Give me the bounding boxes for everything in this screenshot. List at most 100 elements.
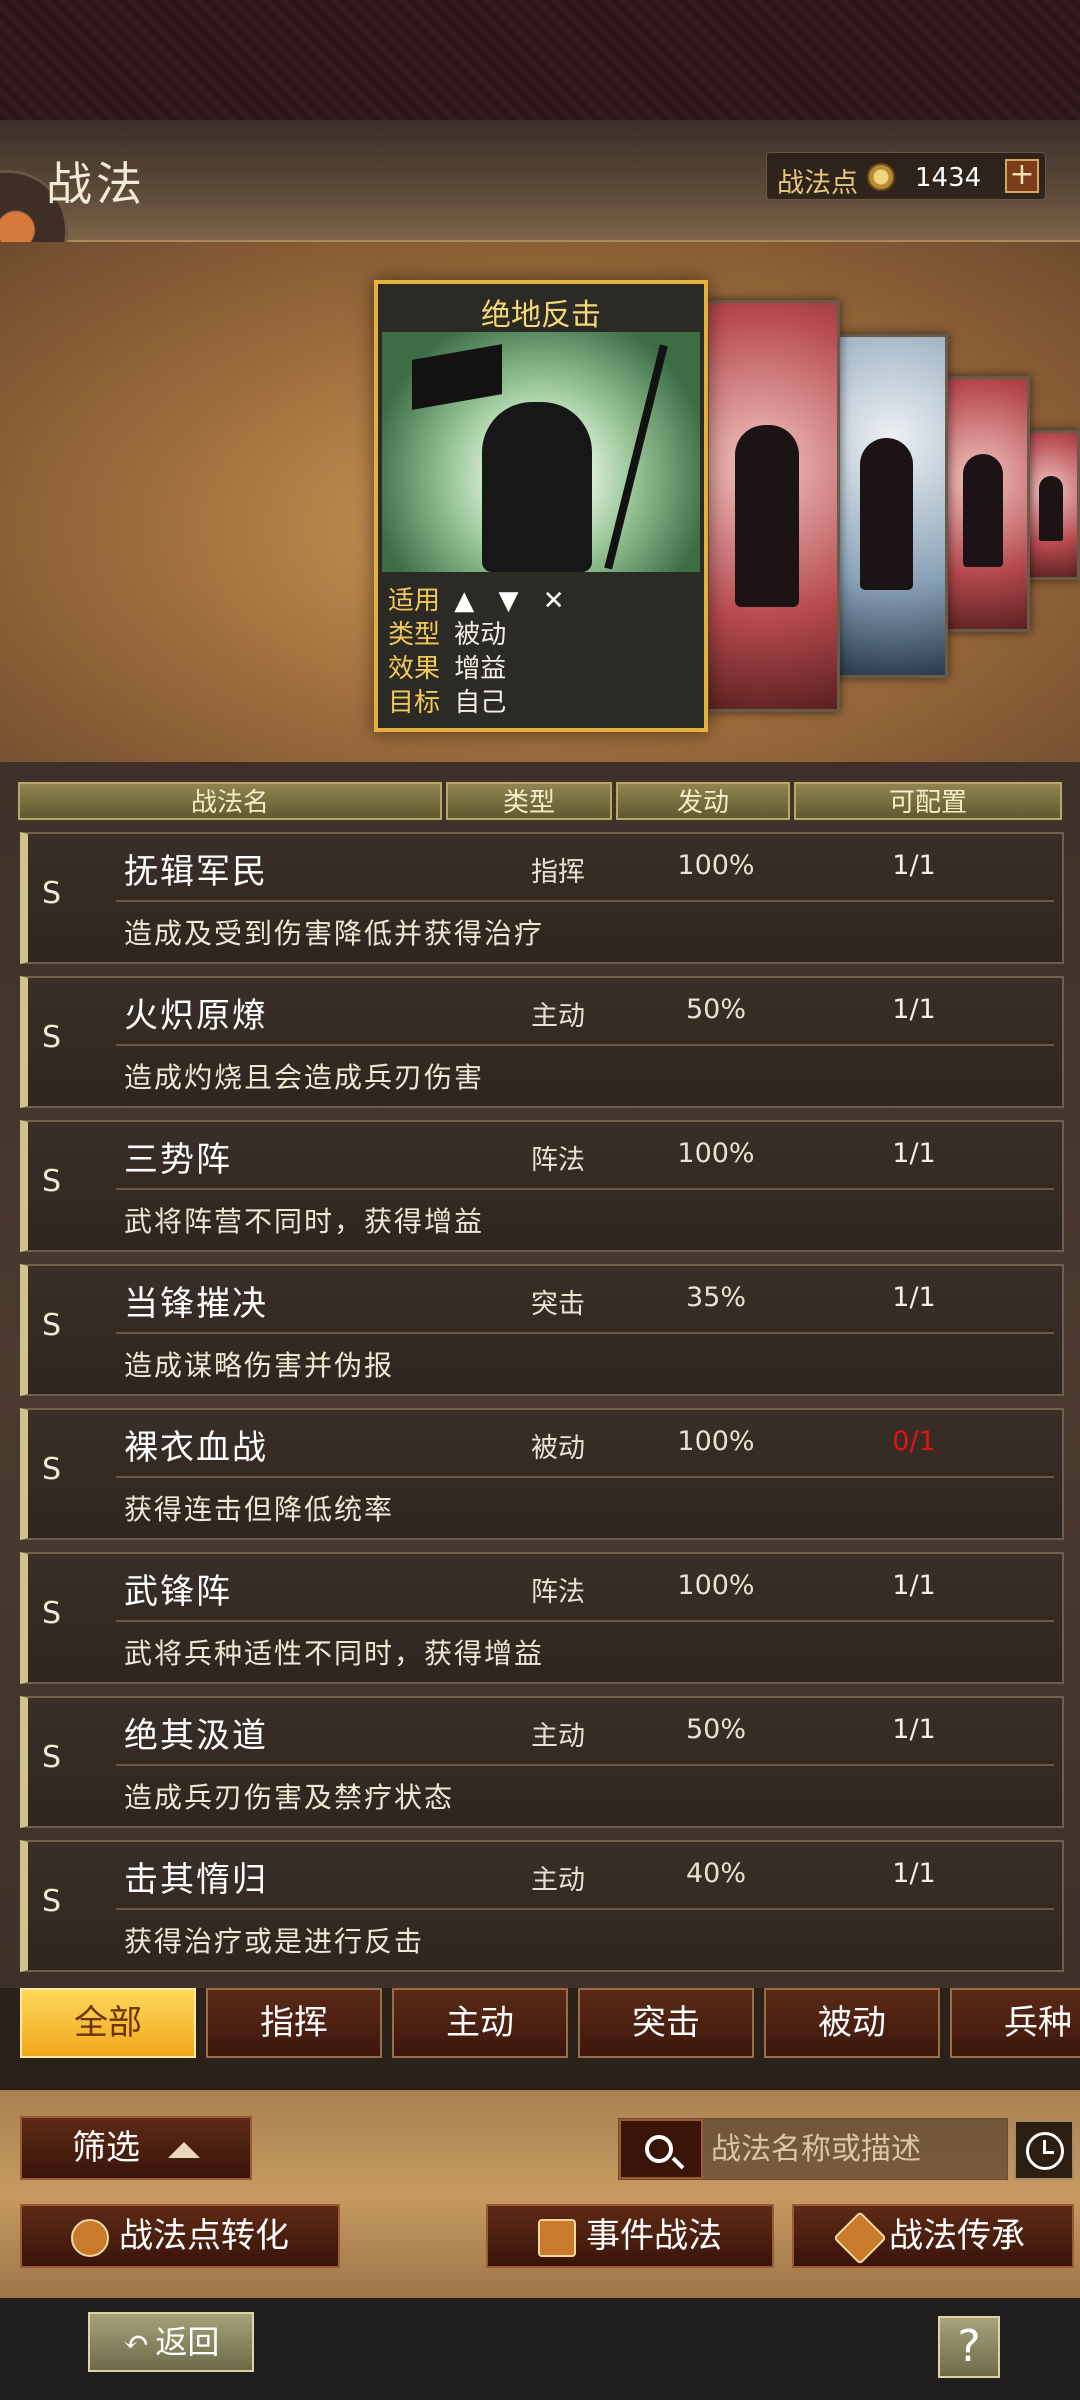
back-label: 返回 xyxy=(155,2323,220,2361)
tactic-points-value: 1434 xyxy=(915,163,982,193)
inherit-label: 战法传承 xyxy=(889,2216,1025,2256)
filter-button[interactable]: 筛选 xyxy=(20,2116,252,2180)
grade-badge: S xyxy=(42,876,62,911)
tab-all[interactable]: 全部 xyxy=(20,1988,196,2058)
tactic-name: 绝其汲道 xyxy=(124,1716,268,1756)
tactic-row[interactable]: S 绝其汲道 主动 50% 1/1 造成兵刃伤害及禁疗状态 xyxy=(20,1696,1064,1828)
row-divider xyxy=(116,1332,1054,1334)
tactic-type: 主动 xyxy=(531,1721,585,1752)
effect-value: 增益 xyxy=(454,654,507,684)
grade-badge: S xyxy=(42,1596,62,1631)
effect-label: 效果 xyxy=(388,654,441,684)
tactic-config: 1/1 xyxy=(892,994,936,1025)
tactic-rate: 100% xyxy=(677,850,755,881)
col-name[interactable]: 战法名 xyxy=(18,782,442,820)
card-preview-1[interactable] xyxy=(706,300,840,712)
tactic-type: 阵法 xyxy=(531,1577,585,1608)
top-banner xyxy=(0,0,1080,120)
tactic-inherit-button[interactable]: 战法传承 xyxy=(792,2204,1074,2268)
tactic-name: 击其惰归 xyxy=(124,1860,268,1900)
tactic-desc: 造成灼烧且会造成兵刃伤害 xyxy=(124,1061,485,1094)
row-divider xyxy=(116,1188,1054,1190)
tactic-type: 突击 xyxy=(531,1289,585,1320)
tactic-row[interactable]: S 击其惰归 主动 40% 1/1 获得治疗或是进行反击 xyxy=(20,1840,1064,1972)
grade-badge: S xyxy=(42,1164,62,1199)
tactic-points: 战法点 1434 + xyxy=(766,152,1046,200)
column-headers: 战法名 类型 发动 可配置 xyxy=(18,782,1062,820)
back-arrow-icon: ↶ xyxy=(122,2323,150,2361)
tactic-desc: 造成兵刃伤害及禁疗状态 xyxy=(124,1781,455,1814)
fire-icon xyxy=(71,2219,109,2257)
card-preview-2[interactable] xyxy=(836,334,948,678)
back-button[interactable]: ↶ 返回 xyxy=(88,2312,254,2372)
col-type[interactable]: 类型 xyxy=(446,782,612,820)
target-label: 目标 xyxy=(388,688,441,718)
selected-tactic-card[interactable]: 绝地反击 适用 ▲ ▼ ✕ 类型 被动 效果 增益 目标 自己 xyxy=(374,280,708,732)
tactic-row[interactable]: S 三势阵 阵法 100% 1/1 武将阵营不同时，获得增益 xyxy=(20,1120,1064,1252)
convert-label: 战法点转化 xyxy=(119,2216,289,2256)
add-points-button[interactable]: + xyxy=(1005,159,1039,193)
flag-shape xyxy=(412,344,502,410)
tactic-desc: 造成及受到伤害降低并获得治疗 xyxy=(124,917,545,950)
search-input[interactable] xyxy=(711,2127,1001,2171)
row-divider xyxy=(116,1476,1054,1478)
tactic-row[interactable]: S 武锋阵 阵法 100% 1/1 武将兵种适性不同时，获得增益 xyxy=(20,1552,1064,1684)
tactic-rate: 100% xyxy=(677,1570,755,1601)
caret-up-icon xyxy=(168,2142,200,2158)
grade-badge: S xyxy=(42,1308,62,1343)
tactic-config: 1/1 xyxy=(892,1714,936,1745)
tactic-row[interactable]: S 当锋摧决 突击 35% 1/1 造成谋略伤害并伪报 xyxy=(20,1264,1064,1396)
tactic-desc: 造成谋略伤害并伪报 xyxy=(124,1349,395,1382)
event-label: 事件战法 xyxy=(586,2216,722,2256)
tactic-config: 1/1 xyxy=(892,1138,936,1169)
tactic-type: 主动 xyxy=(531,1865,585,1896)
card-name: 绝地反击 xyxy=(481,298,601,333)
spear-shape xyxy=(604,344,668,570)
tactic-row[interactable]: S 裸衣血战 被动 100% 0/1 获得连击但降低统率 xyxy=(20,1408,1064,1540)
tactic-desc: 武将阵营不同时，获得增益 xyxy=(124,1205,485,1238)
tactic-points-label: 战法点 xyxy=(777,168,858,199)
tactic-row[interactable]: S 抚辑军民 指挥 100% 1/1 造成及受到伤害降低并获得治疗 xyxy=(20,832,1064,964)
tab-troop[interactable]: 兵种 xyxy=(950,1988,1080,2058)
help-button[interactable]: ? xyxy=(938,2316,1000,2378)
tactic-desc: 获得治疗或是进行反击 xyxy=(124,1925,425,1958)
col-config[interactable]: 可配置 xyxy=(794,782,1062,820)
card-preview-4[interactable] xyxy=(1026,430,1080,580)
tab-command[interactable]: 指挥 xyxy=(206,1988,382,2058)
card-info: 适用 ▲ ▼ ✕ 类型 被动 效果 增益 目标 自己 xyxy=(388,584,573,720)
target-value: 自己 xyxy=(454,688,507,718)
history-clock-icon[interactable] xyxy=(1014,2120,1074,2180)
row-divider xyxy=(116,900,1054,902)
unit-type-icons: ▲ ▼ ✕ xyxy=(454,586,573,616)
event-tactics-button[interactable]: 事件战法 xyxy=(486,2204,774,2268)
page-title: 战法 xyxy=(46,157,146,211)
warrior-silhouette xyxy=(482,402,592,572)
card-preview-3[interactable] xyxy=(944,376,1030,632)
tab-passive[interactable]: 被动 xyxy=(764,1988,940,2058)
tactic-config: 0/1 xyxy=(892,1426,936,1457)
scroll-icon xyxy=(538,2219,576,2257)
tactic-config: 1/1 xyxy=(892,850,936,881)
convert-points-button[interactable]: 战法点转化 xyxy=(20,2204,340,2268)
apply-label: 适用 xyxy=(388,586,441,616)
tactic-list: S 抚辑军民 指挥 100% 1/1 造成及受到伤害降低并获得治疗 S 火炽原燎… xyxy=(20,832,1064,1984)
category-tabs: 全部 指挥 主动 突击 被动 兵种 xyxy=(20,1988,1080,2060)
tactic-type: 被动 xyxy=(531,1433,585,1464)
search-box xyxy=(618,2118,1008,2180)
tactic-config: 1/1 xyxy=(892,1858,936,1889)
tactic-type: 指挥 xyxy=(531,857,585,888)
tab-active[interactable]: 主动 xyxy=(392,1988,568,2058)
tactic-row[interactable]: S 火炽原燎 主动 50% 1/1 造成灼烧且会造成兵刃伤害 xyxy=(20,976,1064,1108)
tactic-rate: 40% xyxy=(685,1858,746,1889)
card-figure xyxy=(1038,476,1063,541)
tactic-rate: 50% xyxy=(685,1714,746,1745)
grade-badge: S xyxy=(42,1884,62,1919)
col-rate[interactable]: 发动 xyxy=(616,782,790,820)
search-icon[interactable] xyxy=(619,2119,703,2179)
type-label: 类型 xyxy=(388,620,441,650)
tactic-config: 1/1 xyxy=(892,1570,936,1601)
tactic-desc: 获得连击但降低统率 xyxy=(124,1493,395,1526)
card-figure xyxy=(860,438,914,591)
tab-assault[interactable]: 突击 xyxy=(578,1988,754,2058)
row-divider xyxy=(116,1044,1054,1046)
